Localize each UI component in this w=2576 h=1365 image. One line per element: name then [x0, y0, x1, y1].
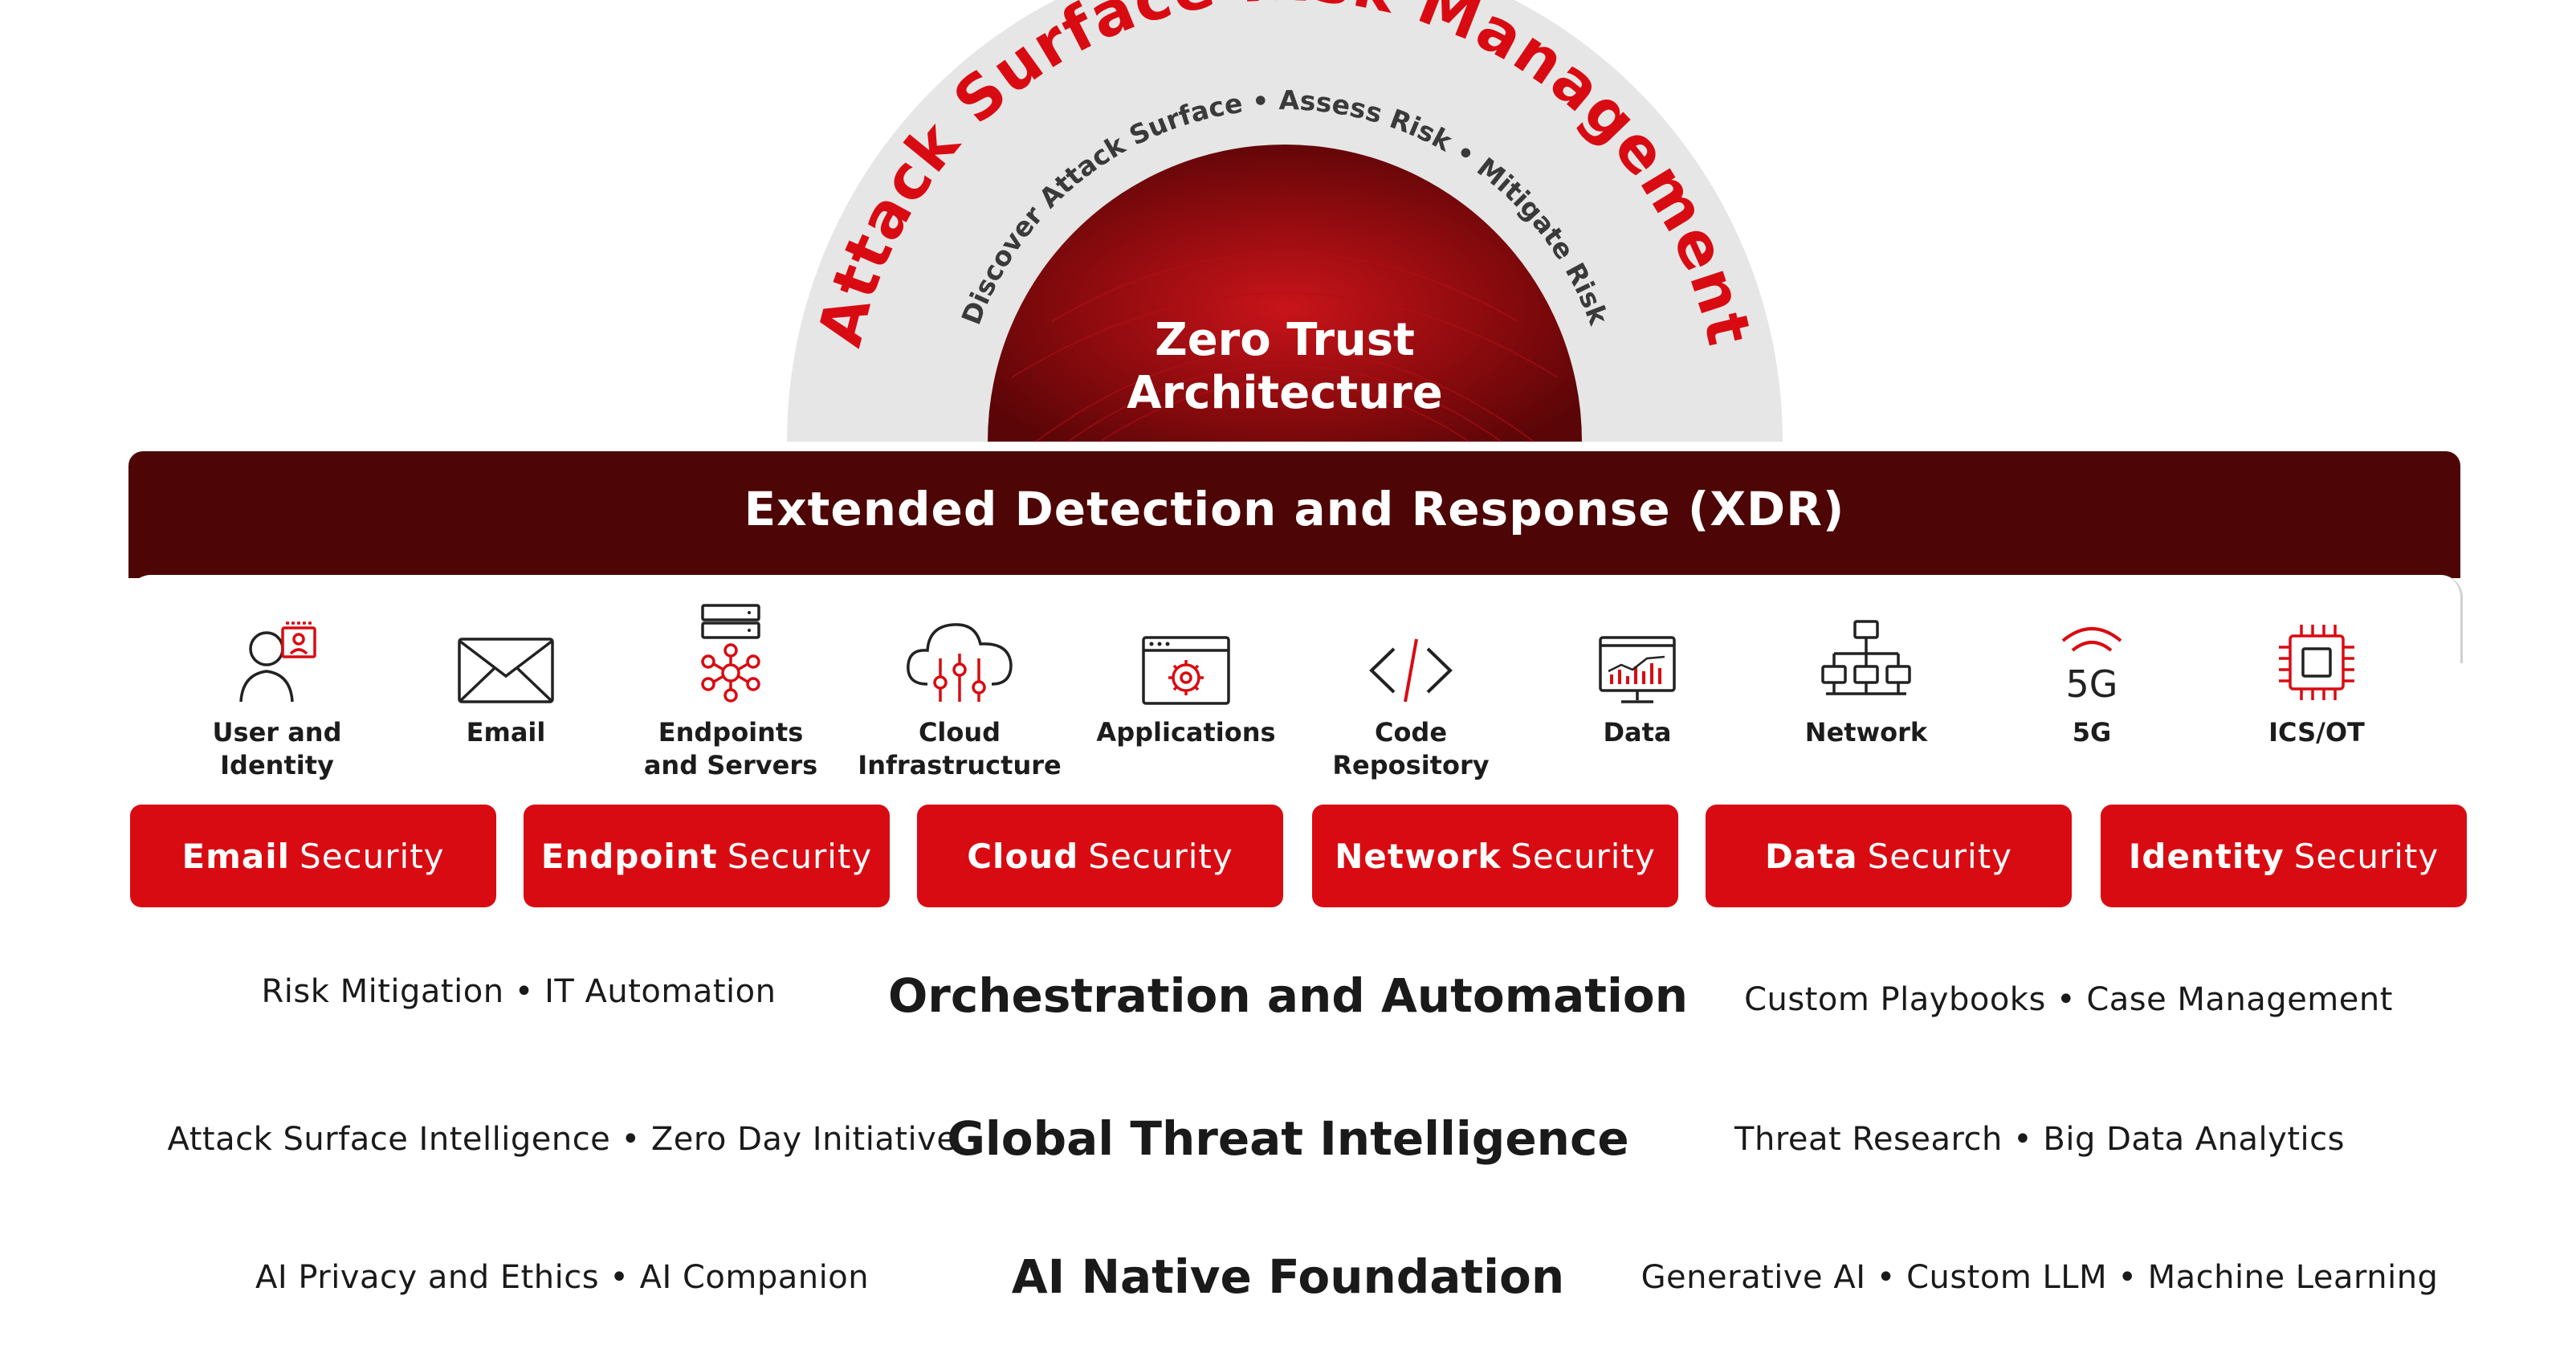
zero-trust-line2: Architecture — [1127, 367, 1442, 419]
endpoint-security-button[interactable]: Endpoint Security — [524, 805, 890, 907]
asset-label-line1: Applications — [1096, 717, 1276, 748]
code-icon — [1369, 638, 1453, 703]
chip-icon — [2279, 625, 2354, 700]
identity-security-button[interactable]: Identity Security — [2101, 805, 2467, 907]
user-identity-icon — [239, 621, 316, 703]
row2-center: Global Threat Intelligence — [947, 1111, 1629, 1166]
asset-label-line1: Data — [1603, 717, 1672, 748]
network-security-button[interactable]: Network Security — [1312, 805, 1678, 907]
email-security-button[interactable]: Email Security — [130, 805, 496, 907]
asset-endpoints-servers: Endpoints and Servers — [618, 604, 843, 782]
applications-icon — [1142, 636, 1230, 705]
asset-label-line2: and Servers — [643, 750, 818, 780]
asset-label-line2: Identity — [220, 750, 334, 780]
row1-left: Risk Mitigation • IT Automation — [261, 973, 776, 1010]
data-icon — [1599, 636, 1676, 703]
zero-trust-line1: Zero Trust — [1155, 314, 1415, 366]
asset-label-line1: Cloud — [918, 717, 1001, 748]
asset-code-repository: Code Repository — [1298, 610, 1523, 782]
row1-right: Custom Playbooks • Case Management — [1744, 981, 2393, 1018]
data-security-button[interactable]: Data Security — [1706, 805, 2072, 907]
asset-label-line1: User and — [212, 717, 342, 748]
asset-label-line1: Endpoints — [658, 717, 804, 748]
asset-5g: 5G 5G — [1979, 610, 2204, 749]
asset-label-line1: 5G — [2072, 717, 2112, 748]
asset-ics-ot: ICS/OT — [2204, 610, 2429, 749]
asset-cloud-infrastructure: Cloud Infrastructure — [847, 610, 1072, 782]
asset-data: Data — [1525, 610, 1750, 749]
fiveg-icon: 5G — [2061, 627, 2122, 706]
cloud-icon — [907, 623, 1013, 702]
row3-right: Generative AI • Custom LLM • Machine Lea… — [1641, 1259, 2439, 1296]
asset-network: Network — [1754, 610, 1979, 749]
network-icon — [1821, 620, 1911, 695]
risk-management-dome: Attack Surface Risk Management Discover … — [787, 0, 1783, 442]
fiveg-icon-text: 5G — [2066, 662, 2118, 706]
servers-icon — [701, 604, 760, 703]
asset-label-line1: Code — [1374, 717, 1448, 748]
row2-left: Attack Surface Intelligence • Zero Day I… — [167, 1121, 957, 1158]
asset-label-line2: Repository — [1332, 750, 1490, 780]
asset-label-line2: Infrastructure — [858, 750, 1062, 780]
asset-label-line1: Network — [1804, 717, 1928, 748]
asset-label-line1: Email — [466, 717, 546, 748]
row3-left: AI Privacy and Ethics • AI Companion — [255, 1259, 870, 1296]
asset-user-identity: User and Identity — [165, 610, 389, 782]
asset-email: Email — [393, 610, 618, 749]
row3-center: AI Native Foundation — [1011, 1249, 1565, 1304]
cloud-security-button[interactable]: Cloud Security — [917, 805, 1283, 907]
xdr-title: Extended Detection and Response (XDR) — [744, 482, 1845, 536]
row1-center: Orchestration and Automation — [887, 968, 1689, 1023]
asset-applications: Applications — [1074, 610, 1298, 749]
row2-right: Threat Research • Big Data Analytics — [1734, 1121, 2345, 1158]
email-icon — [458, 638, 554, 703]
asset-label-line1: ICS/OT — [2268, 717, 2365, 748]
